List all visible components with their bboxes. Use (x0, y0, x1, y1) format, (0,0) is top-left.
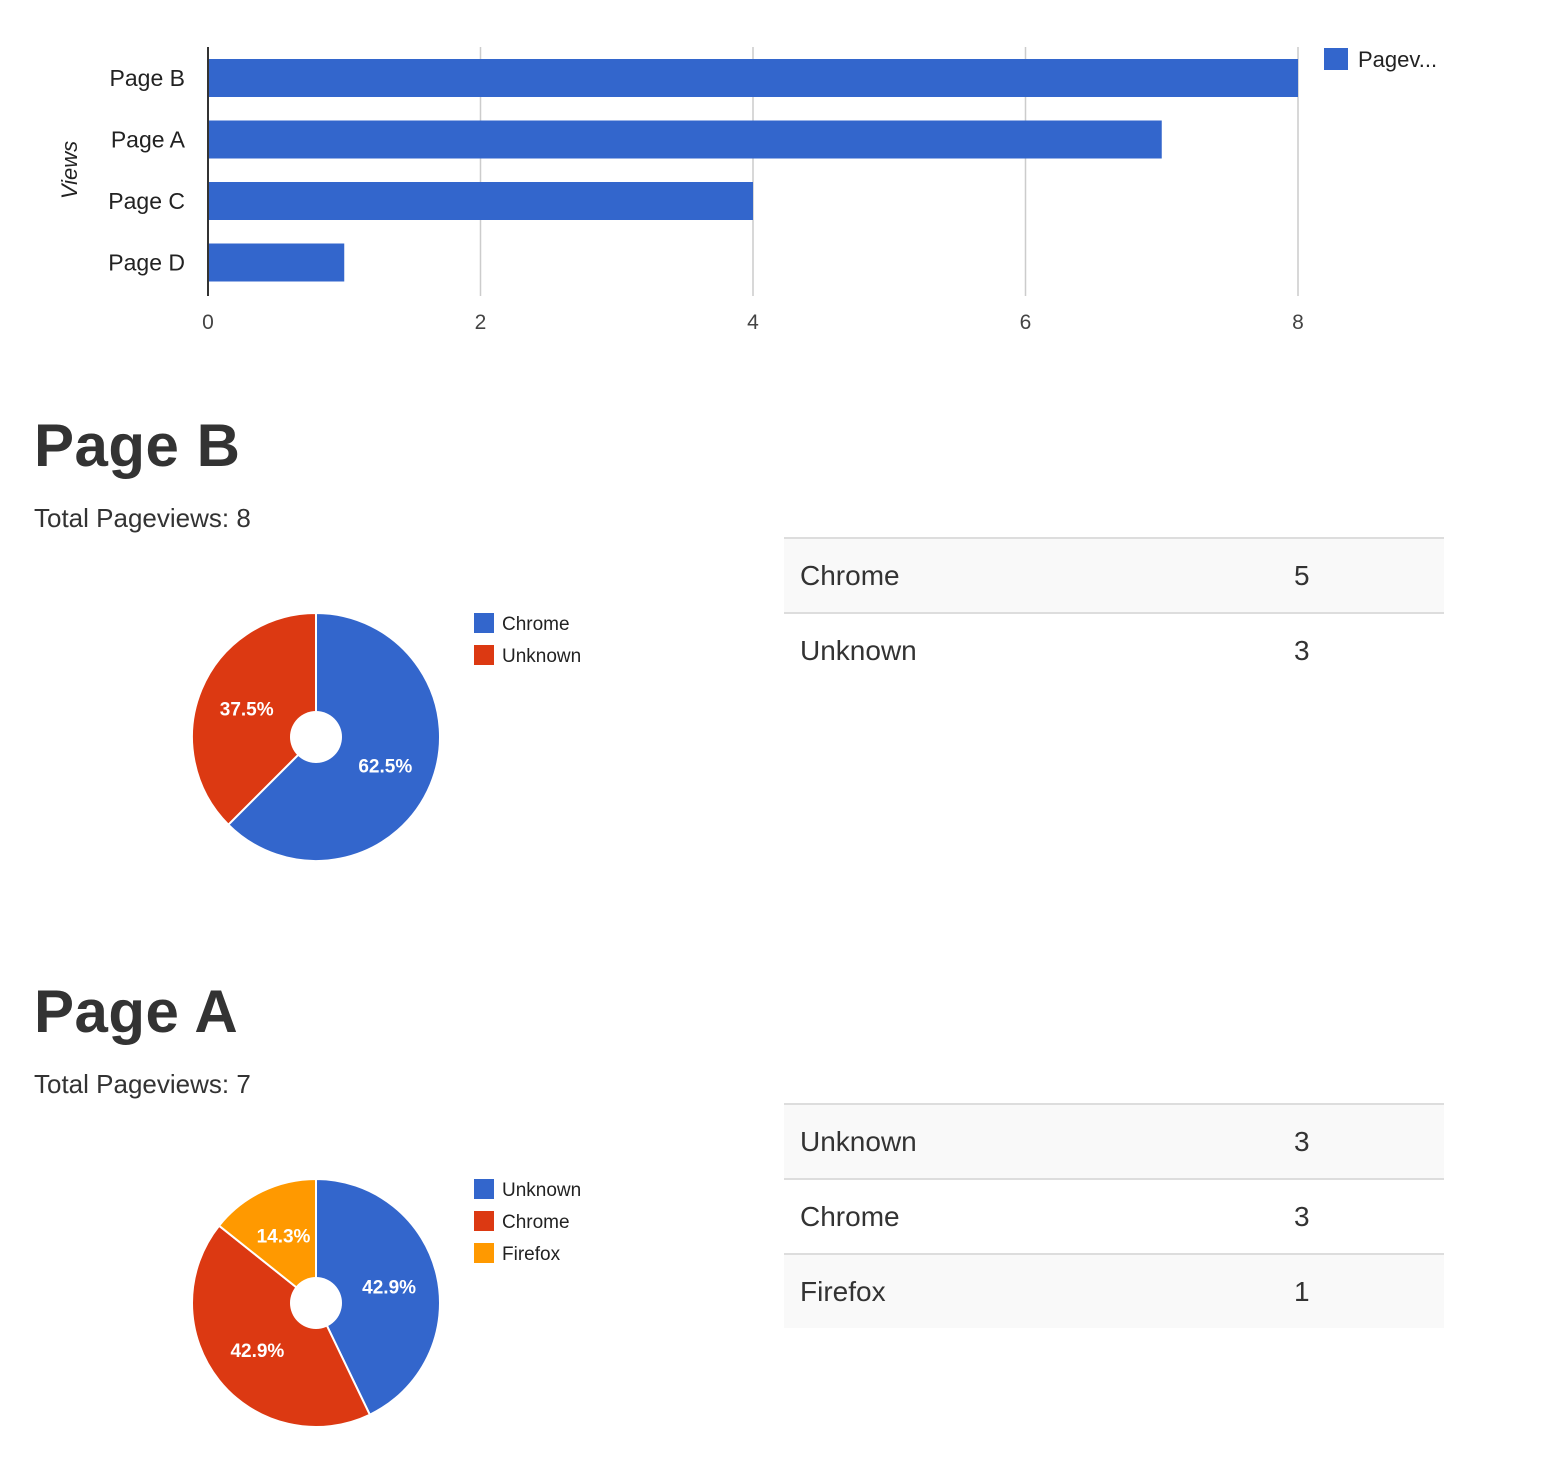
pageview-count: 1 (1294, 1253, 1444, 1328)
browser-name: Firefox (784, 1253, 1294, 1328)
browser-name: Unknown (784, 1103, 1294, 1179)
browser-name: Chrome (784, 1178, 1294, 1254)
category-label: Page D (108, 250, 185, 276)
legend-swatch (474, 613, 494, 633)
bar (208, 182, 753, 220)
legend-swatch (474, 645, 494, 665)
slice-label: 42.9% (230, 1341, 284, 1362)
browser-pie-chart: 62.5% 37.5% Chrome Unknown (191, 611, 581, 862)
donut-hole (290, 1277, 342, 1329)
legend-swatch (474, 1243, 494, 1263)
category-label: Page C (108, 188, 185, 214)
bar (208, 120, 1162, 159)
table-row: Chrome 3 (784, 1178, 1444, 1254)
page-title: Page B (34, 412, 241, 479)
table-row: Unknown 3 (784, 1103, 1444, 1179)
total-pageviews: Total Pageviews: 7 (34, 1069, 251, 1099)
table-row: Chrome 5 (784, 537, 1444, 613)
donut-hole (290, 711, 342, 763)
pageviews-bar-chart: 0 2 4 6 8 Page B Page A Page C Page D Views Pagev.… (57, 47, 1437, 334)
legend-label: Chrome (502, 1212, 570, 1233)
slice-label: 14.3% (257, 1226, 311, 1247)
legend-swatch (474, 1179, 494, 1199)
page-title: Page A (34, 978, 239, 1045)
slice-label: 42.9% (362, 1277, 416, 1298)
table-row: Firefox 1 (784, 1253, 1444, 1328)
bar (208, 59, 1298, 97)
legend-swatch (474, 1211, 494, 1231)
category-label: Page A (111, 127, 186, 153)
x-tick-label: 8 (1292, 311, 1304, 334)
legend-label: Firefox (502, 1244, 561, 1265)
total-pageviews: Total Pageviews: 8 (34, 503, 251, 533)
slice-label: 37.5% (220, 699, 274, 720)
legend-label: Unknown (502, 646, 581, 667)
pageview-count: 3 (1294, 1178, 1444, 1254)
browser-pie-chart: 42.9% 42.9% 14.3% Unknown Chrome Firefox (191, 1177, 581, 1428)
browser-name: Chrome (784, 537, 1294, 613)
browser-table: Unknown 3 Chrome 3 Firefox 1 (784, 1103, 1444, 1328)
x-tick-label: 2 (475, 311, 487, 334)
legend-label: Unknown (502, 1180, 581, 1201)
legend-label: Pagev... (1358, 47, 1437, 72)
slice-label: 62.5% (358, 757, 412, 778)
pageview-count: 3 (1294, 1103, 1444, 1179)
bar (208, 243, 345, 282)
browser-name: Unknown (784, 612, 1294, 687)
category-label: Page B (110, 65, 185, 91)
x-tick-label: 4 (747, 311, 759, 334)
legend-label: Chrome (502, 614, 570, 635)
browser-table: Chrome 5 Unknown 3 (784, 537, 1444, 687)
x-tick-label: 0 (202, 311, 214, 334)
x-tick-label: 6 (1020, 311, 1032, 334)
pageview-count: 5 (1294, 537, 1444, 613)
pageview-count: 3 (1294, 612, 1444, 687)
legend-swatch (1324, 48, 1348, 70)
y-axis-label: Views (57, 141, 82, 199)
table-row: Unknown 3 (784, 612, 1444, 687)
